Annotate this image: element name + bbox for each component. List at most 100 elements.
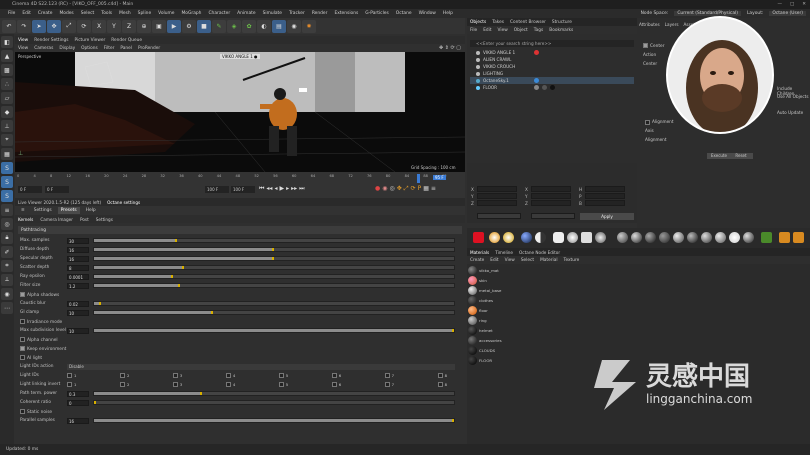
material-item[interactable]: accessories: [468, 336, 528, 345]
minimize-button[interactable]: —: [777, 0, 782, 9]
render-settings-icon[interactable]: ⚙: [182, 19, 196, 33]
object-row[interactable]: VIKKO CROUCH: [470, 63, 634, 70]
area-light-icon[interactable]: [503, 232, 514, 243]
execute-button[interactable]: Execute: [707, 153, 731, 159]
tab-settings[interactable]: Settings: [31, 207, 55, 214]
pen-icon[interactable]: ✎: [212, 19, 226, 33]
setting-slider[interactable]: [93, 283, 455, 288]
vectron-icon[interactable]: [793, 232, 804, 243]
menu-window[interactable]: Window: [419, 11, 436, 16]
glossy-mat-icon[interactable]: [567, 232, 578, 243]
script-icon-3[interactable]: S: [1, 190, 13, 202]
subdivision-icon[interactable]: ◈: [227, 19, 241, 33]
tab-picture-viewer[interactable]: Picture Viewer: [75, 38, 106, 43]
vp-menu-options[interactable]: Options: [81, 46, 98, 51]
tab-objects[interactable]: Objects: [470, 20, 486, 25]
menu-mesh[interactable]: Mesh: [119, 11, 131, 16]
object-row[interactable]: VIKKO ANGLE 1: [470, 49, 634, 56]
mat-menu-select[interactable]: Select: [521, 258, 534, 263]
lattice-icon[interactable]: ⌗: [1, 260, 13, 272]
material-preset-icon[interactable]: [617, 232, 628, 243]
material-item[interactable]: CLOUDS: [468, 346, 528, 355]
mat-menu-view[interactable]: View: [505, 258, 515, 263]
tab-attributes[interactable]: Attributes: [639, 22, 660, 27]
prev-key-icon[interactable]: ◂◂: [266, 185, 272, 193]
go-to-start-icon[interactable]: ⏮: [259, 185, 264, 193]
size-y-input[interactable]: [531, 193, 571, 199]
mat-menu-texture[interactable]: Texture: [564, 258, 580, 263]
camera-icon[interactable]: ◉: [287, 19, 301, 33]
vp-menu-display[interactable]: Display: [59, 46, 75, 51]
redo-icon[interactable]: ↷: [17, 19, 31, 33]
light-id-checkbox[interactable]: [67, 373, 72, 379]
light-id-option[interactable]: 6: [331, 382, 341, 388]
camera-tool-icon[interactable]: ◉: [1, 288, 13, 300]
setting-slider[interactable]: [93, 256, 455, 261]
select-icon[interactable]: ➤: [32, 19, 46, 33]
material-item[interactable]: helmet: [468, 326, 528, 335]
light-icon[interactable]: ✸: [302, 19, 316, 33]
light-id-checkbox[interactable]: [67, 382, 72, 388]
material-item[interactable]: metal_base: [468, 286, 528, 295]
light-id-checkbox[interactable]: [119, 382, 125, 388]
light-id-checkbox[interactable]: [384, 382, 390, 388]
material-item[interactable]: skin: [468, 276, 528, 285]
scale-key-icon[interactable]: ⤢: [404, 185, 409, 193]
material-preset-icon[interactable]: [645, 232, 656, 243]
light-id-checkbox[interactable]: [172, 382, 178, 388]
light-id-option[interactable]: 4: [225, 382, 235, 388]
rot-h-input[interactable]: [585, 186, 625, 192]
hdri-icon[interactable]: [521, 232, 532, 243]
tab-octane-node-editor[interactable]: Octane Node Editor: [519, 250, 560, 255]
light-id-option[interactable]: 1: [67, 373, 76, 379]
rotate-icon[interactable]: ⟳: [77, 19, 91, 33]
cloner-icon[interactable]: ✿: [242, 19, 256, 33]
size-mode-dropdown[interactable]: [531, 213, 575, 219]
tag-icon[interactable]: [550, 85, 555, 90]
object-row[interactable]: FLOOR: [470, 84, 634, 91]
specular-mat-icon[interactable]: [581, 232, 592, 243]
vp-menu-cameras[interactable]: Cameras: [34, 46, 53, 51]
ai-light-checkbox[interactable]: [20, 354, 25, 360]
material-item[interactable]: FLOOR: [468, 356, 528, 365]
scatter-icon[interactable]: [779, 232, 790, 243]
setting-slider[interactable]: [93, 247, 455, 252]
light-id-checkbox[interactable]: [331, 382, 337, 388]
pla-key-icon[interactable]: ▦: [423, 185, 429, 193]
3d-viewport[interactable]: Perspective VIKKO ANGLE 1 ● Grid Spacing…: [15, 52, 465, 172]
light-id-option[interactable]: 5: [278, 373, 288, 379]
light-id-checkbox[interactable]: [225, 382, 231, 388]
go-to-end-icon[interactable]: ⏭: [299, 185, 304, 193]
timeline-menu-icon[interactable]: ≡: [431, 185, 436, 193]
setting-value[interactable]: 16: [67, 255, 89, 262]
current-frame-field[interactable]: 0 F: [18, 186, 42, 193]
live-viewer-label[interactable]: Live Viewer 2020.1.5-R2 (125 days left): [18, 200, 101, 205]
tag-icon[interactable]: [534, 78, 539, 83]
setting-keep-environment[interactable]: Keep environment: [15, 344, 465, 353]
keep-environment-checkbox[interactable]: [20, 345, 25, 351]
light-id-checkbox[interactable]: [225, 373, 231, 379]
measure-icon[interactable]: ⟂: [1, 274, 13, 286]
workplane-icon[interactable]: ▦: [1, 148, 13, 160]
material-preset-icon[interactable]: [715, 232, 726, 243]
tag-icon[interactable]: [534, 50, 539, 55]
light-id-checkboxes[interactable]: 1 2 3 4 5 6 7 8: [67, 373, 447, 379]
more-tools-icon[interactable]: ⋯: [1, 302, 13, 314]
mat-menu-create[interactable]: Create: [470, 258, 484, 263]
rotation-key-icon[interactable]: ⟳: [411, 185, 416, 193]
object-row[interactable]: OctaneSky.1: [470, 77, 634, 84]
menu-render[interactable]: Render: [312, 11, 328, 16]
coord-y-input[interactable]: [477, 193, 517, 199]
light-id-option[interactable]: 6: [331, 373, 341, 379]
obj-menu-object[interactable]: Object: [514, 28, 528, 33]
tab-view[interactable]: View: [18, 38, 28, 43]
setting-value[interactable]: 0.02: [67, 300, 89, 307]
menu-extensions[interactable]: Extensions: [334, 11, 358, 16]
menu-character[interactable]: Character: [208, 11, 230, 16]
setting-slider[interactable]: [93, 238, 455, 243]
static-noise-checkbox[interactable]: [20, 408, 25, 414]
menu-select[interactable]: Select: [81, 11, 95, 16]
undo-icon[interactable]: ↶: [2, 19, 16, 33]
material-preset-icon[interactable]: [659, 232, 670, 243]
light-id-checkbox[interactable]: [278, 373, 284, 379]
